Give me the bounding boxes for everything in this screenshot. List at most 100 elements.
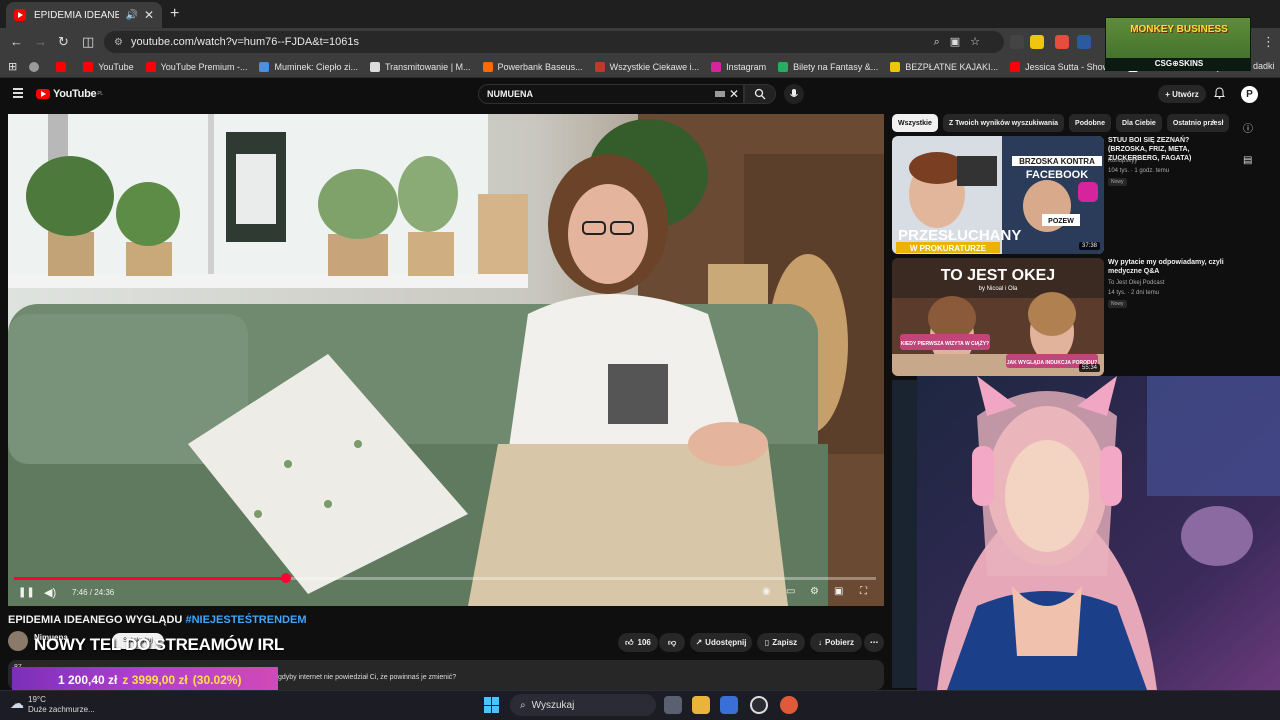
share-button[interactable]: ↗ Udostępnij xyxy=(690,633,752,652)
download-button[interactable]: ↓ Pobierz xyxy=(810,633,862,652)
recommendation-meta: 104 tys. · 1 godz. temu xyxy=(1108,168,1170,174)
obs-icon[interactable] xyxy=(750,696,768,714)
video-progress-fill xyxy=(14,577,287,580)
extension-icon[interactable] xyxy=(1055,35,1069,49)
pause-icon[interactable]: ❚❚ xyxy=(18,587,35,598)
address-bar-actions[interactable]: ⌕▣☆ xyxy=(934,35,990,49)
notifications-bell-icon[interactable] xyxy=(1214,87,1225,99)
search-icon: ⌕ xyxy=(520,699,526,711)
bookmark-item[interactable]: Powerbank Baseus... xyxy=(482,61,583,72)
bookmark-tail[interactable]: dadki xyxy=(1253,61,1275,71)
account-avatar[interactable]: P xyxy=(1241,86,1258,103)
create-button[interactable]: + Utwórz xyxy=(1158,85,1206,103)
windows-start-button[interactable] xyxy=(484,697,500,713)
extension-icon[interactable] xyxy=(1077,35,1091,49)
miniplayer-icon[interactable]: ▣ xyxy=(834,586,843,597)
extension-icon[interactable] xyxy=(1030,35,1044,49)
hashtag-link[interactable]: #NIEJESTEŚTRENDEM xyxy=(185,614,306,626)
task-view-icon[interactable] xyxy=(664,696,682,714)
bookmark-item[interactable]: YouTube Premium -... xyxy=(145,61,247,72)
chips-next-icon[interactable]: › xyxy=(1212,116,1215,127)
video-player[interactable] xyxy=(8,114,884,606)
fullscreen-icon[interactable]: ⛶ xyxy=(860,586,867,597)
bookmark-favicon-icon xyxy=(594,61,605,72)
recommendation-item[interactable]: TO JEST OKEJ by Nicoal i Ola KIEDY PIERW… xyxy=(892,258,1272,376)
extension-icon[interactable] xyxy=(1010,35,1024,49)
bookmark-favicon-icon xyxy=(482,61,493,72)
filter-chip[interactable]: Z Twoich wyników wyszukiwania xyxy=(942,114,1065,132)
filter-chip[interactable]: Podobne xyxy=(1069,114,1111,132)
search-input[interactable]: NUMUENA ✕ xyxy=(478,84,744,104)
weather-widget[interactable]: ☁ 19°C Duże zachmurze... xyxy=(10,695,95,715)
ad-banner[interactable]: MONKEY BUSINESS CSG⊕SKINS xyxy=(1105,17,1251,71)
subtitles-icon[interactable]: ▭ xyxy=(786,586,795,597)
bookmark-icon: ▯ xyxy=(764,638,770,647)
search-button[interactable] xyxy=(744,84,776,104)
recommendation-item[interactable]: BRZOSKA KONTRA FACEBOOK POZEW PRZESŁUCHA… xyxy=(892,136,1272,254)
recommendation-meta: 14 tys. · 2 dni temu xyxy=(1108,290,1160,296)
filter-chip[interactable]: Ostatnio przesł xyxy=(1166,114,1230,132)
bookmark-favicon-icon xyxy=(370,61,380,72)
autoplay-toggle-icon[interactable]: ◉ xyxy=(762,586,771,597)
clear-search-icon[interactable]: ✕ xyxy=(729,87,739,101)
thumbnail-image: BRZOSKA KONTRA FACEBOOK POZEW PRZESŁUCHA… xyxy=(892,136,1104,254)
volume-icon[interactable]: ◀) xyxy=(44,586,56,599)
back-arrow-icon[interactable]: ← xyxy=(10,34,23,49)
file-explorer-icon[interactable] xyxy=(692,696,710,714)
svg-text:BRZOSKA KONTRA: BRZOSKA KONTRA xyxy=(1019,157,1095,166)
keyboard-icon[interactable] xyxy=(715,91,725,97)
taskbar-search[interactable]: ⌕ Wyszukaj xyxy=(510,694,656,716)
bookmark-item[interactable]: Jessica Sutta - Show... xyxy=(1010,61,1116,72)
bookmark-item[interactable]: BEZPŁATNE KAJAKI... xyxy=(890,61,998,72)
filter-chip[interactable]: Wszystkie xyxy=(892,114,938,132)
svg-text:KIEDY PIERWSZA WIZYTA W CIĄŻY?: KIEDY PIERWSZA WIZYTA W CIĄŻY? xyxy=(901,340,989,347)
reload-icon[interactable]: ↻ xyxy=(58,34,69,50)
youtube-logo[interactable]: YouTube PL xyxy=(36,88,103,100)
bookmark-item[interactable]: Instagram xyxy=(711,61,766,72)
bookmark-icon[interactable] xyxy=(29,61,44,72)
forward-arrow-icon[interactable]: → xyxy=(34,34,47,49)
sidepanel-icon[interactable]: ◫ xyxy=(82,34,94,50)
recommendation-channel[interactable]: Konopskyy xyxy=(1108,158,1137,164)
weather-description: Duże zachmurze... xyxy=(28,705,95,714)
browser-tab-active[interactable]: EPIDEMIA IDEANEGO WYGLĄDU 🔊 ✕ xyxy=(6,2,162,28)
video-progress-bar[interactable] xyxy=(14,573,876,583)
address-bar[interactable]: ⚙ youtube.com/watch?v=hum76--FJDA&t=1061… xyxy=(104,31,1004,53)
info-icon[interactable]: ⓘ xyxy=(1243,120,1253,135)
chrome-icon[interactable] xyxy=(780,696,798,714)
recommendation-channel[interactable]: To Jest Okej Podcast xyxy=(1108,280,1164,286)
browser-menu-icon[interactable]: ⋮ xyxy=(1262,34,1275,50)
bookmark-item[interactable]: Wszystkie Ciekawe i... xyxy=(594,61,699,72)
save-button[interactable]: ▯ Zapisz xyxy=(757,633,805,652)
apps-grid-icon[interactable]: ⊞ xyxy=(8,60,17,73)
store-icon[interactable] xyxy=(720,696,738,714)
recommendation-thumbnail[interactable]: BRZOSKA KONTRA FACEBOOK POZEW PRZESŁUCHA… xyxy=(892,136,1104,254)
site-info-icon[interactable]: ⚙ xyxy=(114,37,123,48)
svg-text:FACEBOOK: FACEBOOK xyxy=(1026,169,1088,181)
channel-avatar[interactable] xyxy=(8,631,28,651)
new-badge: Nowy xyxy=(1108,178,1127,186)
bookmark-item[interactable]: YouTube xyxy=(83,61,134,72)
tab-close-icon[interactable]: ✕ xyxy=(144,8,154,22)
bookmark-item[interactable]: Muminek: Ciepło zi... xyxy=(259,61,358,72)
cloud-icon: ☁ xyxy=(10,695,24,711)
hamburger-menu-icon[interactable] xyxy=(13,88,23,98)
bookmark-icon[interactable] xyxy=(56,61,71,72)
bookmark-item[interactable]: Transmitowanie | M... xyxy=(370,61,471,72)
like-button[interactable]: 👍︎ 106 xyxy=(618,633,658,652)
tab-audio-icon[interactable]: 🔊 xyxy=(125,10,137,21)
svg-text:TO JEST OKEJ: TO JEST OKEJ xyxy=(941,267,1055,284)
thumbnail-image: TO JEST OKEJ by Nicoal i Ola KIEDY PIERW… xyxy=(892,258,1104,376)
bookmark-favicon-icon xyxy=(83,61,94,72)
covered-recommendations[interactable] xyxy=(892,380,917,688)
time-display: 7:46 / 24:36 xyxy=(72,588,115,597)
new-tab-icon[interactable]: + xyxy=(170,5,179,23)
voice-search-button[interactable] xyxy=(784,84,804,104)
dislike-button[interactable]: 👎︎ xyxy=(659,633,685,652)
bookmark-item[interactable]: Bilety na Fantasy &... xyxy=(778,61,878,72)
more-actions-button[interactable]: ⋯ xyxy=(864,633,884,652)
recommendation-thumbnail[interactable]: TO JEST OKEJ by Nicoal i Ola KIEDY PIERW… xyxy=(892,258,1104,376)
filter-chip[interactable]: Dla Ciebie xyxy=(1115,114,1162,132)
recommendation-title[interactable]: Wy pytacie my odpowiadamy, czyli medyczn… xyxy=(1108,258,1228,276)
settings-gear-icon[interactable]: ⚙ xyxy=(810,586,819,597)
